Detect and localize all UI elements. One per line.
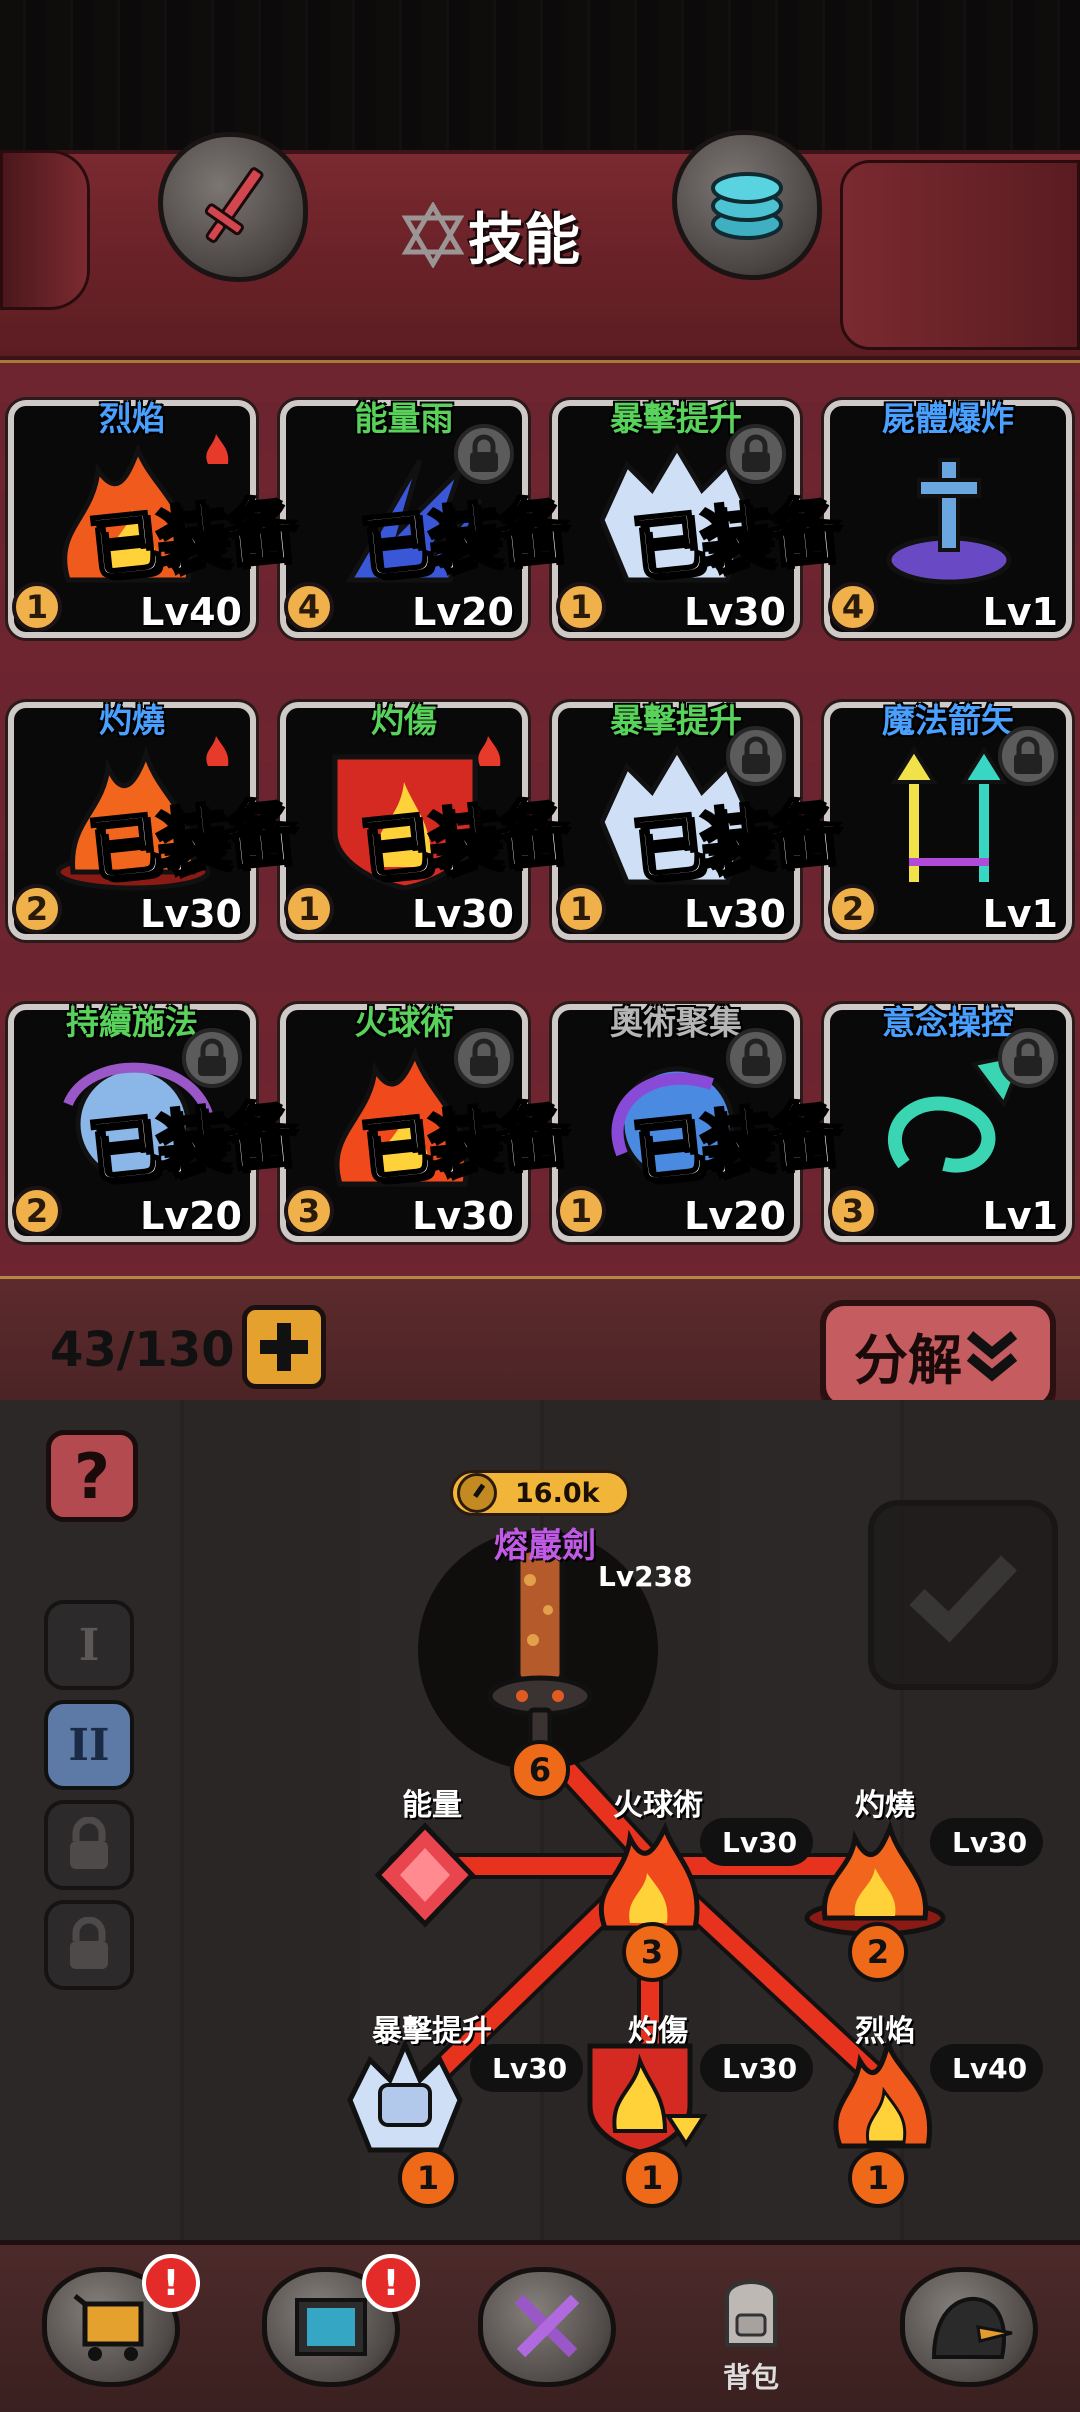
map-icon — [295, 2298, 367, 2356]
equipped-stamp: 已装备 — [83, 1089, 298, 1197]
node-count-crit: 1 — [398, 2148, 458, 2208]
lock-icon — [998, 1028, 1058, 1088]
node-count-burn: 1 — [622, 2148, 682, 2208]
node-fireball[interactable] — [585, 1818, 715, 1938]
power-value: 16.0k — [515, 1477, 600, 1509]
node-name-energy: 能量 — [402, 1788, 462, 1823]
node-flame[interactable] — [820, 2035, 950, 2156]
skill-quantity: 2 — [828, 884, 878, 934]
map-alert-badge: ! — [362, 2254, 420, 2312]
node-level-burn: Lv30 — [700, 2044, 814, 2092]
node-burn[interactable] — [580, 2036, 710, 2156]
skill-level: Lv20 — [140, 1194, 242, 1238]
hooded-hero-icon — [931, 2296, 1013, 2359]
gem-icon — [374, 1822, 476, 1928]
skill-level: Lv30 — [684, 590, 786, 634]
skill-level: Lv30 — [412, 892, 514, 936]
equipped-stamp: 已装备 — [355, 1089, 570, 1197]
crossed-swords-icon — [514, 2294, 580, 2358]
node-count-burning: 2 — [848, 1922, 908, 1982]
fireball-icon — [598, 1821, 700, 1931]
equipped-stamp: 已装备 — [627, 787, 842, 895]
nav-backpack-label: 背包 — [722, 2361, 779, 2394]
equipped-stamp: 已装备 — [627, 485, 842, 593]
node-count-flame: 1 — [848, 2148, 908, 2208]
burn-shield-icon — [587, 2043, 708, 2155]
power-badge: 16.0k — [450, 1470, 630, 1516]
nav-backpack[interactable]: 背包 — [676, 2262, 826, 2394]
flame-icon — [833, 2035, 933, 2149]
weapon-level: Lv238 — [598, 1560, 693, 1593]
fire-element-icon — [200, 732, 236, 768]
skill-level: Lv30 — [140, 892, 242, 936]
equipped-stamp: 已装备 — [627, 1089, 842, 1197]
skill-quantity: 1 — [12, 582, 62, 632]
nav-shop[interactable]: ! — [36, 2254, 200, 2392]
node-burning[interactable] — [800, 1818, 950, 1938]
skill-name: 屍體爆炸 — [882, 399, 1014, 438]
skill-quantity: 3 — [828, 1186, 878, 1236]
equipped-stamp: 已装备 — [83, 787, 298, 895]
backpack-icon — [725, 2280, 777, 2347]
node-energy[interactable] — [370, 1820, 480, 1930]
nav-stone — [478, 2267, 616, 2387]
nav-stone — [900, 2267, 1038, 2387]
skill-quantity: 1 — [556, 1186, 606, 1236]
skill-level: Lv1 — [982, 590, 1058, 634]
skill-quantity: 1 — [556, 582, 606, 632]
skill-quantity: 2 — [12, 884, 62, 934]
fire-element-icon — [472, 732, 508, 768]
skill-quantity: 1 — [556, 884, 606, 934]
fire-element-icon — [200, 430, 236, 466]
skill-quantity: 1 — [284, 884, 334, 934]
node-crit[interactable] — [340, 2038, 470, 2160]
skill-level: Lv1 — [982, 892, 1058, 936]
equipped-stamp: 已装备 — [355, 787, 570, 895]
skill-quantity: 4 — [284, 582, 334, 632]
equipped-stamp: 已装备 — [83, 485, 298, 593]
shop-alert-badge: ! — [142, 2254, 200, 2312]
nav-battle[interactable] — [472, 2262, 622, 2392]
nav-hero[interactable] — [894, 2262, 1044, 2392]
node-level-crit: Lv30 — [470, 2044, 584, 2092]
skill-level: Lv20 — [684, 1194, 786, 1238]
lock-icon — [998, 726, 1058, 786]
skill-quantity: 3 — [284, 1186, 334, 1236]
sword-power-icon — [457, 1473, 497, 1513]
skill-quantity: 2 — [12, 1186, 62, 1236]
burning-icon — [804, 1820, 946, 1937]
skill-level: Lv30 — [684, 892, 786, 936]
skill-level: Lv1 — [982, 1194, 1058, 1238]
equipped-stamp: 已装备 — [355, 485, 570, 593]
skill-level: Lv40 — [140, 590, 242, 634]
node-level-fireball: Lv30 — [700, 1818, 814, 1866]
fist-icon — [347, 2038, 463, 2153]
skill-level: Lv30 — [412, 1194, 514, 1238]
cart-icon — [73, 2294, 144, 2361]
skill-level: Lv20 — [412, 590, 514, 634]
nav-map[interactable]: ! — [256, 2254, 420, 2392]
node-count-fireball: 3 — [622, 1922, 682, 1982]
skill-quantity: 4 — [828, 582, 878, 632]
